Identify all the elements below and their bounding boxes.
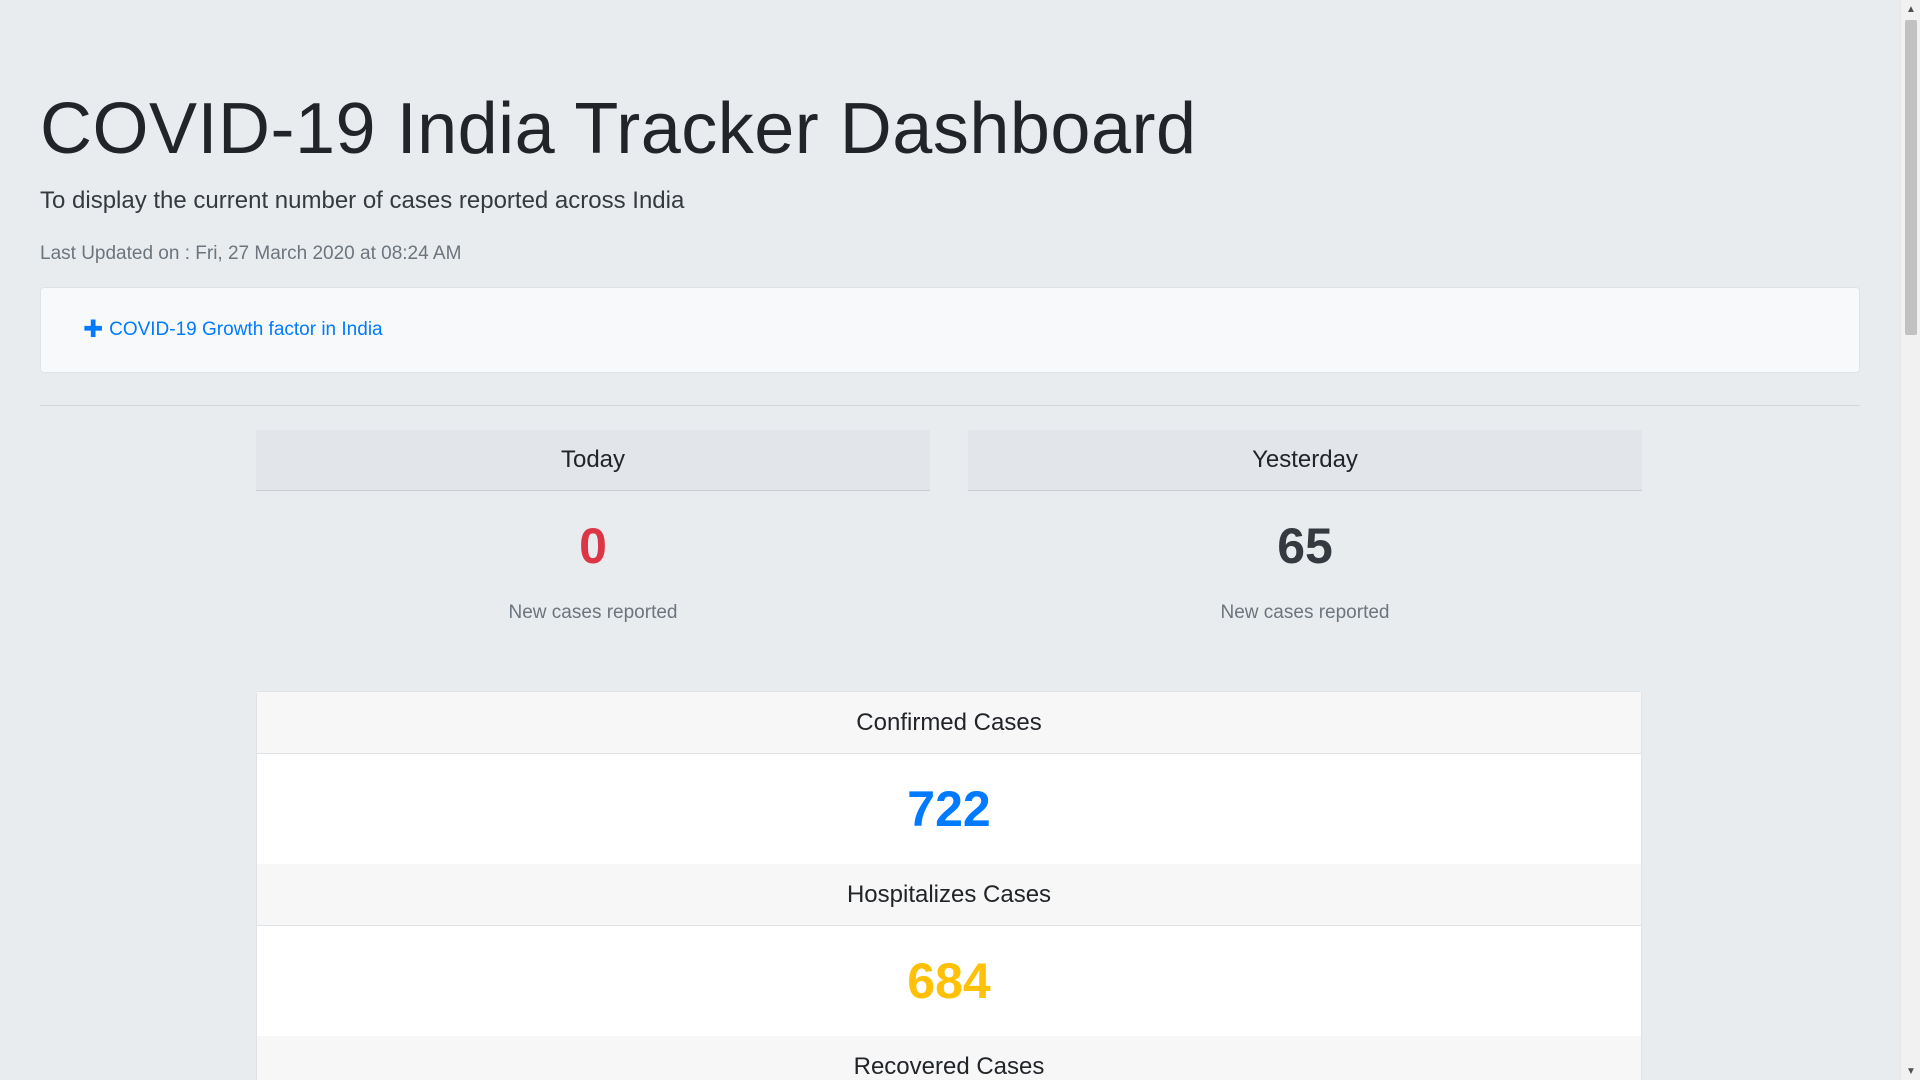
growth-factor-label: COVID-19 Growth factor in India <box>109 319 383 341</box>
yesterday-new-cases-label: New cases reported <box>1220 602 1390 623</box>
yesterday-header: Yesterday <box>968 430 1642 491</box>
vertical-scrollbar[interactable]: ▲ ▼ <box>1900 0 1920 1080</box>
today-new-cases-value: 0 <box>579 518 607 574</box>
plus-icon: ✚ <box>83 316 104 344</box>
growth-factor-toggle[interactable]: ✚ COVID-19 Growth factor in India <box>83 318 383 342</box>
section-divider <box>40 405 1860 407</box>
today-new-cases-label: New cases reported <box>508 602 678 623</box>
page-subtitle: To display the current number of cases r… <box>40 187 685 215</box>
today-card: Today 0 New cases reported <box>256 430 930 624</box>
scrollbar-thumb[interactable] <box>1905 20 1917 335</box>
hospitalized-cases-value: 684 <box>257 926 1641 1036</box>
daily-cases-row: Today 0 New cases reported Yesterday 65 … <box>256 430 1642 624</box>
last-updated-text: Last Updated on : Fri, 27 March 2020 at … <box>40 243 462 265</box>
today-header: Today <box>256 430 930 491</box>
recovered-cases-header: Recovered Cases <box>257 1036 1641 1080</box>
page-title: COVID-19 India Tracker Dashboard <box>40 89 1197 169</box>
dashboard-page: COVID-19 India Tracker Dashboard To disp… <box>0 0 1900 1080</box>
yesterday-new-cases-value: 65 <box>1277 518 1333 574</box>
confirmed-cases-header: Confirmed Cases <box>257 692 1641 754</box>
hospitalized-cases-header: Hospitalizes Cases <box>257 864 1641 926</box>
growth-factor-card: ✚ COVID-19 Growth factor in India <box>40 287 1860 374</box>
case-stats-card: Confirmed Cases 722 Hospitalizes Cases 6… <box>256 691 1642 1080</box>
yesterday-card: Yesterday 65 New cases reported <box>968 430 1642 624</box>
confirmed-cases-value: 722 <box>257 754 1641 864</box>
scroll-down-arrow-icon[interactable]: ▼ <box>1901 1062 1920 1080</box>
jumbotron: COVID-19 India Tracker Dashboard To disp… <box>0 0 1900 407</box>
scroll-up-arrow-icon[interactable]: ▲ <box>1901 0 1920 18</box>
